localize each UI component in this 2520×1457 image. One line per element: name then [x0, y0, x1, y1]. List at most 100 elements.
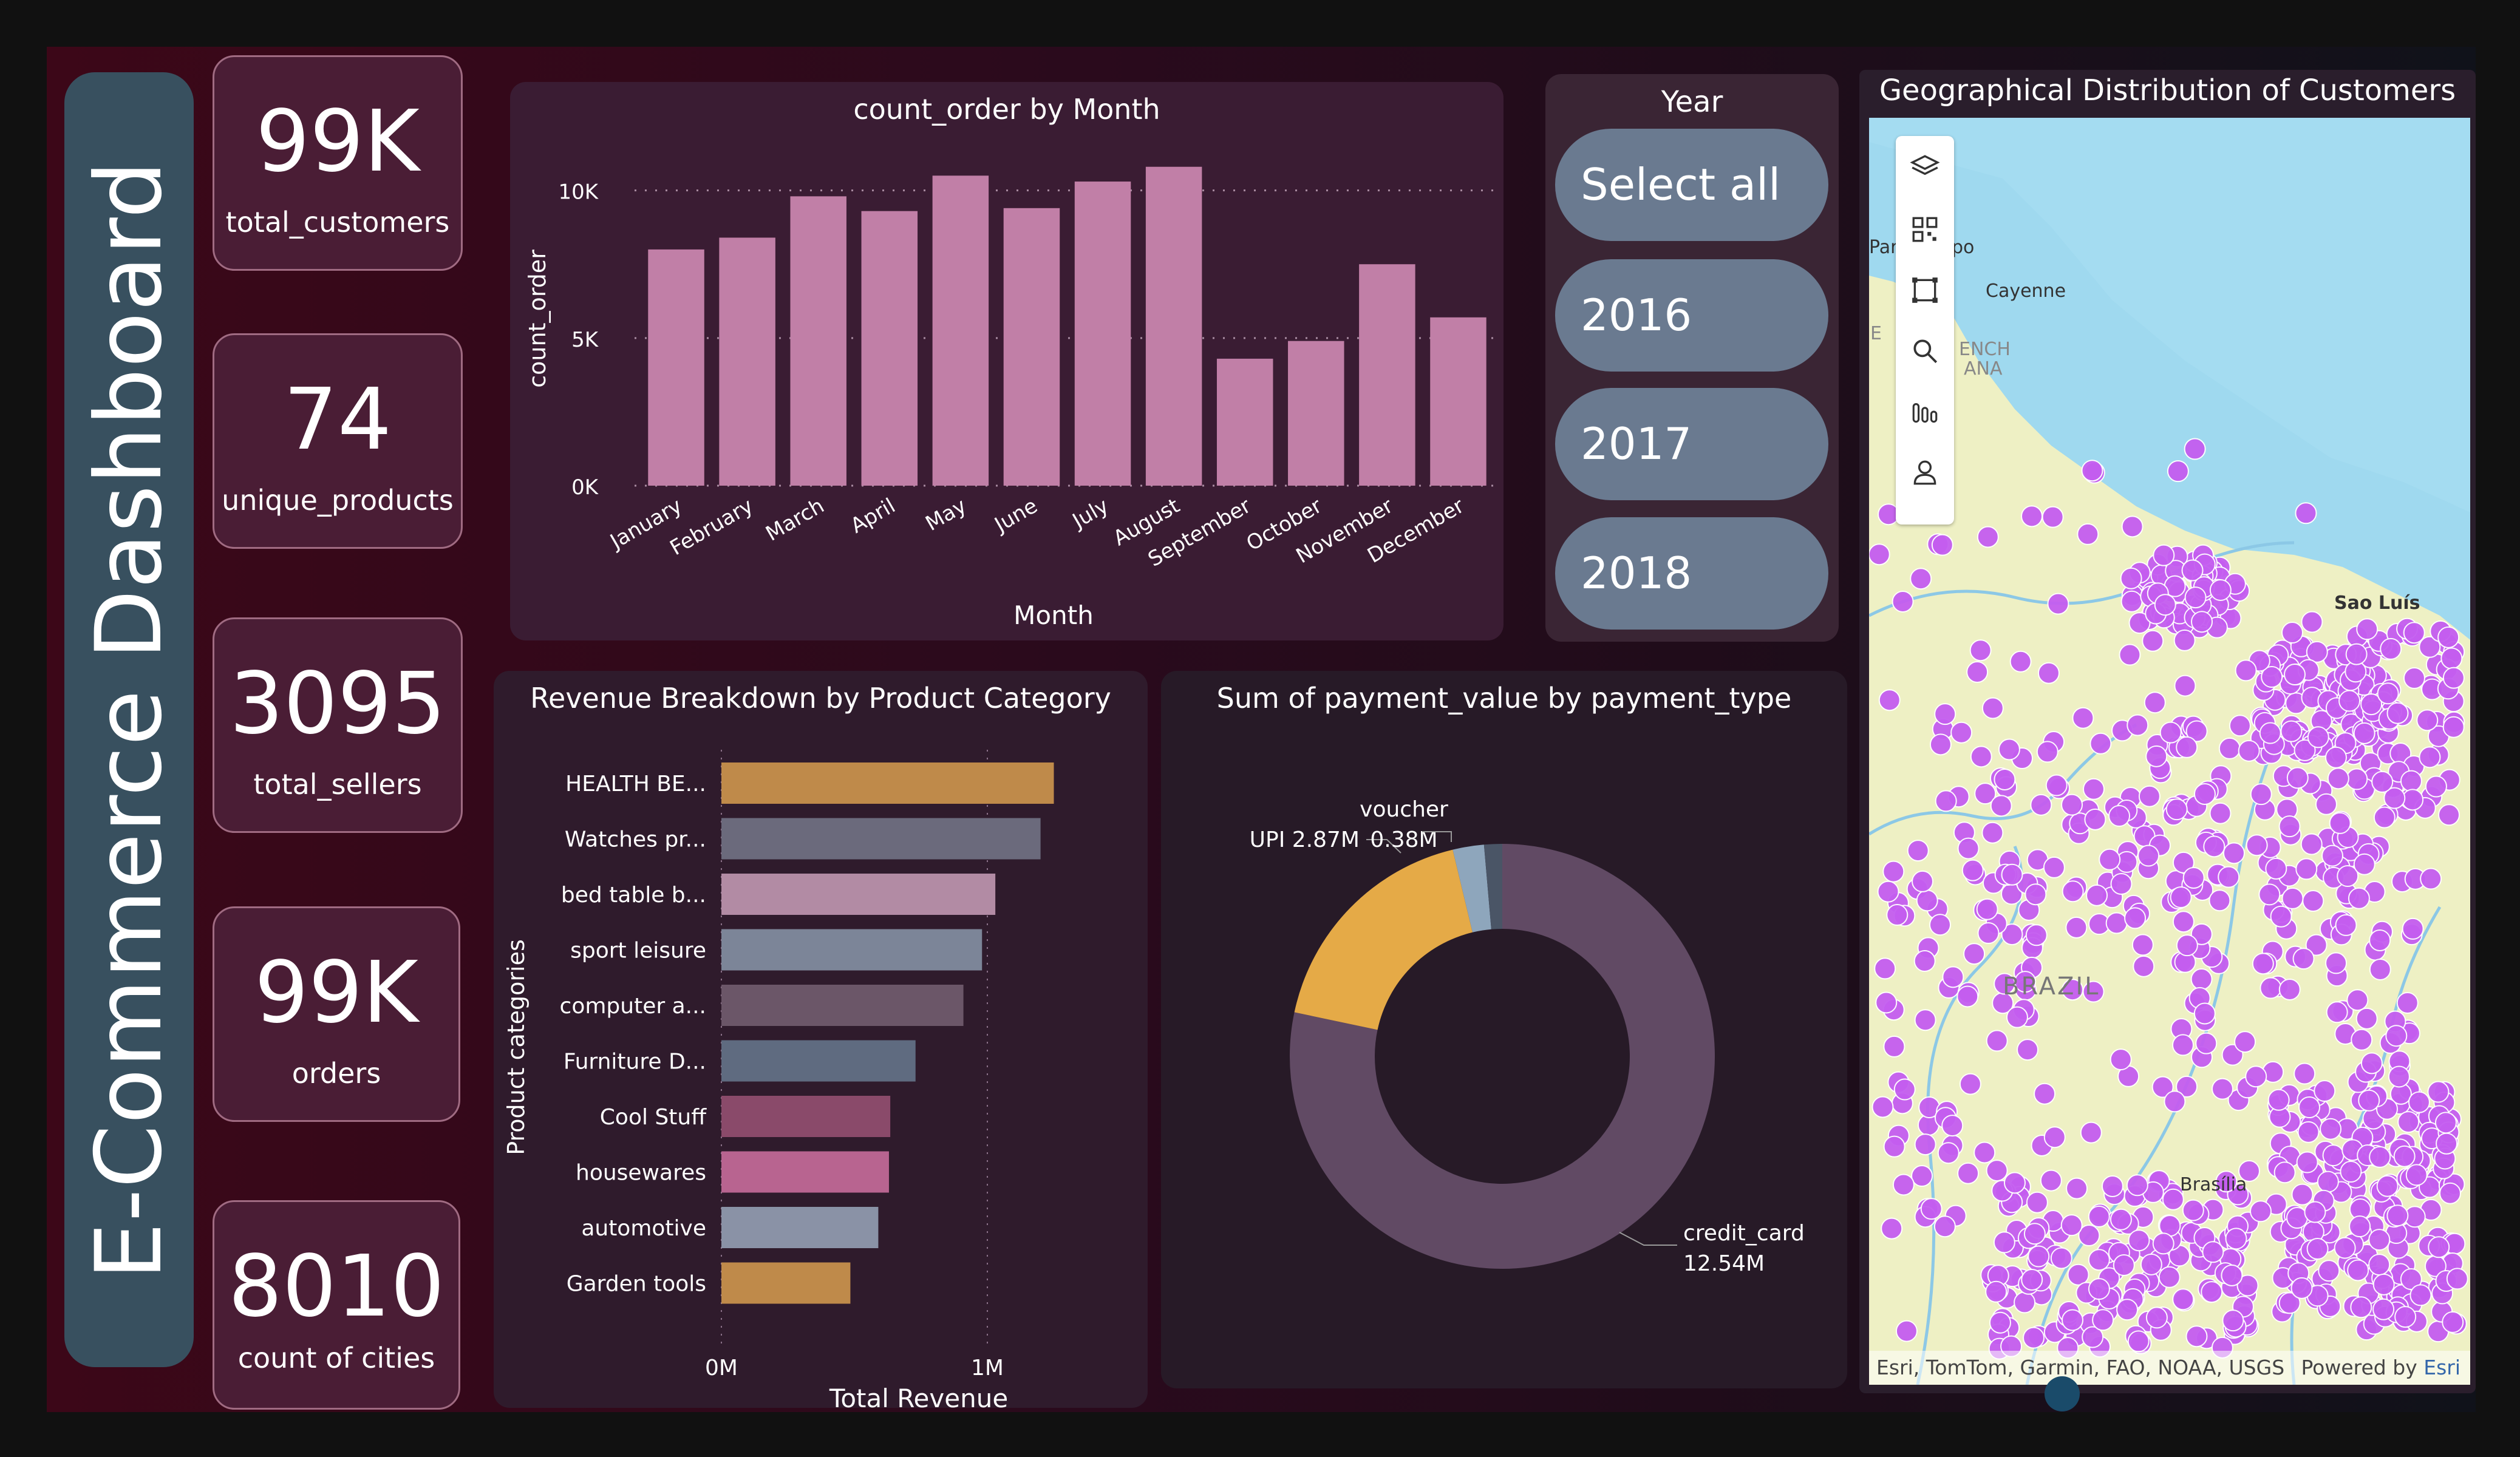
layers-icon[interactable] — [1907, 149, 1943, 186]
customer-dot — [2302, 890, 2324, 912]
customer-dot — [2419, 746, 2441, 769]
customer-dot — [2349, 1215, 2371, 1238]
customer-dot — [2295, 858, 2318, 880]
customer-dot — [2400, 770, 2422, 792]
kpi-label: total_customers — [225, 206, 450, 239]
x-tick-label: July — [1068, 494, 1113, 534]
customer-dot — [2080, 1121, 2102, 1144]
map-attribution: Esri, TomTom, Garmin, FAO, NOAA, USGS — [1876, 1356, 2285, 1379]
search-icon[interactable] — [1907, 333, 1943, 369]
user-icon[interactable] — [1907, 454, 1943, 491]
year-option-select-all[interactable]: Select all — [1555, 129, 1828, 241]
kpi-card-orders[interactable]: 99K orders — [213, 906, 460, 1122]
customer-dot — [1931, 534, 1953, 556]
customer-dot — [1913, 950, 1936, 973]
map-label-ench: ENCH — [1959, 339, 2011, 360]
map-powered-by[interactable]: Powered by Esri — [2301, 1351, 2460, 1385]
customer-dot — [2388, 1065, 2410, 1088]
year-option-2018[interactable]: 2018 — [1555, 517, 1828, 630]
customer-dot — [2110, 1048, 2132, 1071]
customer-dot — [2442, 1311, 2464, 1333]
customer-dot — [2072, 707, 2094, 729]
qr-icon[interactable] — [1907, 211, 1943, 248]
customer-dot — [2172, 1288, 2195, 1311]
customer-dot — [2203, 835, 2225, 858]
customer-dot — [2321, 844, 2344, 867]
customer-dot — [2201, 1281, 2223, 1303]
customer-dot — [2021, 1268, 2043, 1291]
month-bar — [932, 175, 989, 486]
customer-dot — [2225, 1228, 2247, 1250]
customer-dot — [1941, 1115, 1964, 1137]
customer-map[interactable]: Cayenne Sao Luís BRAZIL Brasília Par po … — [1869, 118, 2470, 1385]
customer-dot — [1877, 880, 1899, 903]
customer-dot — [2159, 721, 2182, 744]
customer-dot — [2138, 785, 2161, 807]
customer-dot — [2326, 1001, 2348, 1024]
customer-dot — [2386, 702, 2409, 724]
customer-dot — [2173, 629, 2196, 651]
select-rect-icon[interactable] — [1907, 272, 1943, 308]
year-option-2017[interactable]: 2017 — [1555, 388, 1828, 500]
customer-dot — [2061, 793, 2083, 816]
category-bar — [721, 762, 1054, 804]
kpi-card-total-sellers[interactable]: 3095 total_sellers — [213, 617, 463, 833]
year-option-2016[interactable]: 2016 — [1555, 259, 1828, 372]
esri-link[interactable]: Esri — [2423, 1356, 2460, 1379]
customer-dot — [1911, 1165, 1933, 1187]
customer-dot — [2043, 1126, 2066, 1149]
customer-dot — [2369, 958, 2391, 980]
monthly-orders-chart[interactable]: count_order by Month 0K 5K 10K count_order M… — [510, 82, 1503, 640]
customer-dot — [2124, 907, 2147, 929]
customer-dot — [2121, 515, 2144, 538]
customer-dot — [1892, 590, 1914, 613]
month-bar — [648, 249, 704, 486]
customer-dot — [2193, 783, 2216, 805]
kpi-card-unique-products[interactable]: 74 unique_products — [213, 333, 463, 549]
customer-dot — [2184, 438, 2206, 460]
kpi-card-total-customers[interactable]: 99K total_customers — [213, 55, 463, 271]
customer-dot — [2368, 1254, 2391, 1276]
donut-label-credit-card: credit_card — [1683, 1221, 1805, 1246]
customer-dot — [2092, 1309, 2114, 1331]
customer-dot — [1959, 1073, 1981, 1095]
map-label-brazil: BRAZIL — [2003, 973, 2100, 1000]
category-bar — [721, 1207, 879, 1248]
customer-dot — [1977, 922, 2000, 945]
customer-dot — [2182, 1199, 2204, 1221]
customer-dot — [2028, 1245, 2050, 1268]
customer-dot — [2246, 834, 2268, 857]
customer-dot — [2292, 948, 2315, 970]
kpi-label: orders — [291, 1057, 381, 1090]
customer-dot — [2334, 1237, 2356, 1259]
kpi-card-count-of-cities[interactable]: 8010 count of cities — [213, 1200, 460, 1410]
customer-dot — [2327, 767, 2349, 790]
payment-type-chart[interactable]: Sum of payment_value by payment_type cre… — [1161, 671, 1847, 1388]
customer-dot — [2144, 691, 2166, 714]
customer-dot — [2397, 1111, 2420, 1133]
customer-dot — [2086, 884, 2108, 906]
customer-dot — [2259, 977, 2282, 999]
donut-slice-upi — [1294, 849, 1473, 1030]
kpi-value: 8010 — [228, 1237, 445, 1336]
columns-icon[interactable] — [1907, 393, 1943, 430]
customer-dot — [2222, 842, 2245, 864]
category-label: bed table b... — [561, 883, 706, 908]
x-tick-label: 1M — [971, 1356, 1004, 1381]
customer-dot — [2373, 806, 2396, 829]
revenue-by-category-chart[interactable]: Revenue Breakdown by Product Category 0M… — [494, 671, 1148, 1408]
customer-dot — [2229, 715, 2251, 737]
category-label: HEALTH BE... — [565, 772, 706, 796]
customer-dot — [2082, 778, 2105, 800]
customer-dot — [2297, 1121, 2320, 1143]
customer-dot — [2296, 1151, 2318, 1173]
customer-dot — [1933, 1215, 1956, 1238]
monthly-orders-svg: 0K5K10Kcount_orderMonthJanuaryFebruary Ma… — [524, 166, 1494, 630]
customer-dot — [2110, 1208, 2132, 1231]
customer-dot — [2351, 1028, 2373, 1051]
customer-dot — [2304, 1201, 2326, 1223]
category-label: Watches pr... — [565, 827, 706, 852]
customer-dot — [1893, 1078, 1916, 1101]
customer-dot — [2077, 523, 2099, 545]
customer-dot — [1883, 1035, 1905, 1058]
